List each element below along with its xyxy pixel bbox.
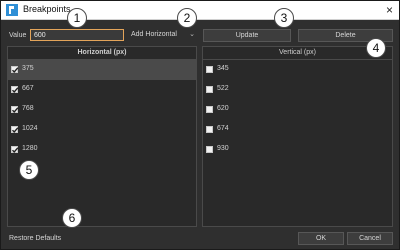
horizontal-list-item[interactable]: 667 xyxy=(8,80,196,100)
checkmark-icon xyxy=(11,127,19,134)
breakpoint-value: 375 xyxy=(22,65,34,72)
restore-defaults-button[interactable]: Restore Defaults xyxy=(9,235,61,242)
vertical-list-item[interactable]: 522 xyxy=(203,80,392,100)
checkmark-icon xyxy=(11,147,19,154)
breakpoints-dialog: Breakpoints × Value 600 Add Horizontal ⌄… xyxy=(0,0,400,250)
vertical-list-item[interactable]: 345 xyxy=(203,60,392,80)
breakpoint-value: 522 xyxy=(217,85,229,92)
horizontal-list-item[interactable]: 1024 xyxy=(8,120,196,140)
callout-5: 5 xyxy=(19,160,39,180)
callout-2: 2 xyxy=(177,8,197,28)
cancel-button[interactable]: Cancel xyxy=(347,232,393,245)
checkbox[interactable] xyxy=(11,66,19,74)
checkmark-icon xyxy=(11,67,19,74)
vertical-list-item[interactable]: 620 xyxy=(203,100,392,120)
breakpoint-value: 674 xyxy=(217,125,229,132)
close-icon[interactable]: × xyxy=(386,2,393,18)
app-logo-icon xyxy=(6,4,18,16)
breakpoint-value: 1280 xyxy=(22,145,38,152)
breakpoint-value: 620 xyxy=(217,105,229,112)
breakpoint-value: 345 xyxy=(217,65,229,72)
checkbox[interactable] xyxy=(11,106,19,114)
horizontal-panel-header: Horizontal (px) xyxy=(8,47,196,60)
ok-button[interactable]: OK xyxy=(298,232,344,245)
vertical-list-item[interactable]: 674 xyxy=(203,120,392,140)
title-bar: Breakpoints × xyxy=(1,1,399,20)
breakpoint-value: 930 xyxy=(217,145,229,152)
breakpoint-value: 768 xyxy=(22,105,34,112)
horizontal-list: 375 667 768 1024 1280 xyxy=(8,60,196,160)
checkbox[interactable] xyxy=(206,106,213,113)
chevron-down-icon: ⌄ xyxy=(189,31,195,38)
breakpoint-value: 667 xyxy=(22,85,34,92)
callout-3: 3 xyxy=(274,8,294,28)
checkbox[interactable] xyxy=(206,66,213,73)
checkbox[interactable] xyxy=(11,126,19,134)
vertical-breakpoints-panel: Vertical (px) 345 522 620 674 930 xyxy=(202,46,393,227)
update-button[interactable]: Update xyxy=(203,29,291,42)
horizontal-list-item[interactable]: 375 xyxy=(8,60,196,80)
callout-4: 4 xyxy=(366,38,386,58)
checkbox[interactable] xyxy=(11,146,19,154)
vertical-panel-header: Vertical (px) xyxy=(203,47,392,60)
checkmark-icon xyxy=(11,87,19,94)
window-title: Breakpoints xyxy=(23,4,71,14)
dialog-footer: Restore Defaults OK Cancel xyxy=(1,229,399,249)
checkbox[interactable] xyxy=(206,126,213,133)
vertical-list-item[interactable]: 930 xyxy=(203,140,392,160)
breakpoint-value: 1024 xyxy=(22,125,38,132)
checkbox[interactable] xyxy=(206,146,213,153)
dropdown-value: Add Horizontal xyxy=(131,31,177,38)
checkbox[interactable] xyxy=(206,86,213,93)
callout-1: 1 xyxy=(67,8,87,28)
callout-6: 6 xyxy=(62,208,82,228)
orientation-dropdown[interactable]: Add Horizontal ⌄ xyxy=(131,29,195,41)
checkbox[interactable] xyxy=(11,86,19,94)
value-input[interactable]: 600 xyxy=(30,29,124,41)
horizontal-breakpoints-panel: Horizontal (px) 375 667 768 1024 1280 xyxy=(7,46,197,227)
horizontal-list-item[interactable]: 1280 xyxy=(8,140,196,160)
horizontal-list-item[interactable]: 768 xyxy=(8,100,196,120)
checkmark-icon xyxy=(11,107,19,114)
vertical-list: 345 522 620 674 930 xyxy=(203,60,392,160)
value-label: Value xyxy=(9,32,27,39)
